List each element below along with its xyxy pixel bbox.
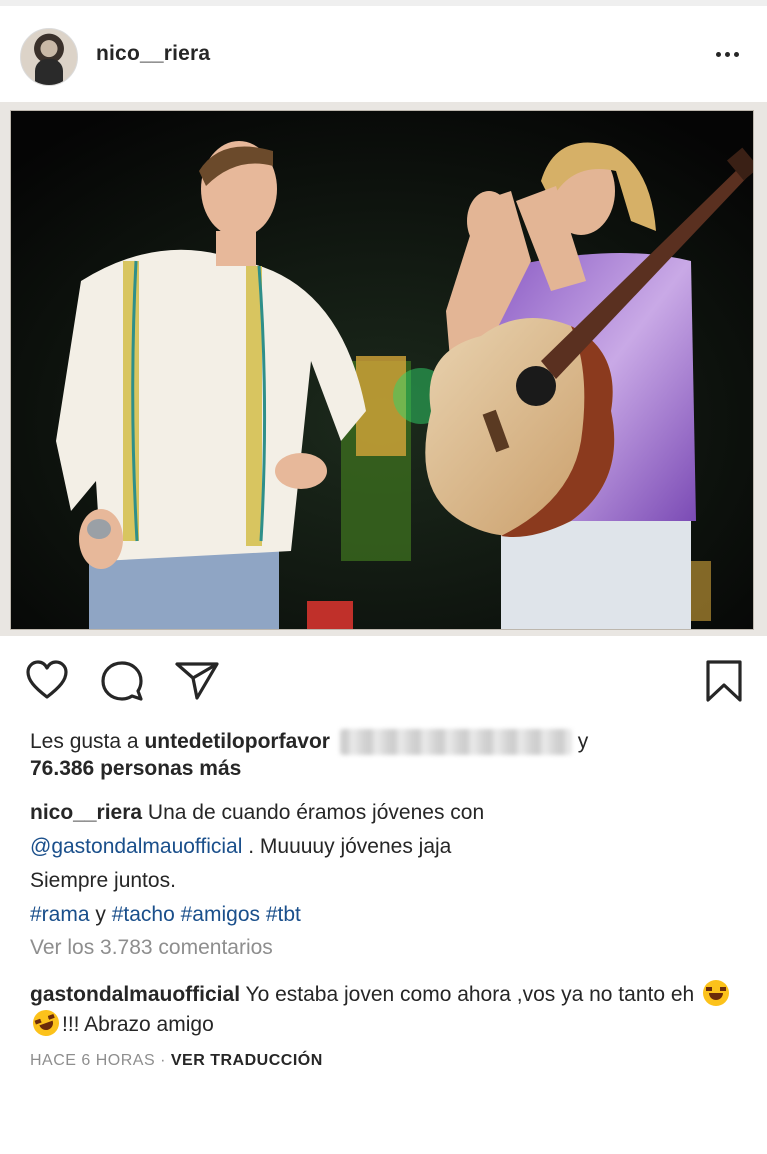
- likes-prefix: Les gusta a: [30, 730, 139, 753]
- bookmark-icon[interactable]: [701, 658, 747, 704]
- concert-photo: [10, 110, 754, 630]
- likes-suffix: y: [577, 730, 589, 753]
- caption-text-2: . Muuuuy jóvenes jaja: [248, 835, 452, 858]
- timestamp: HACE 6 HORAS: [30, 1052, 156, 1069]
- comment-username[interactable]: gastondalmauofficial: [30, 983, 240, 1006]
- blurred-username: [339, 729, 572, 756]
- hashtag-tbt[interactable]: #tbt: [266, 903, 301, 926]
- avatar[interactable]: [20, 28, 78, 86]
- liked-by-user[interactable]: untedetiloporfavor: [144, 730, 330, 753]
- laughing-tears-emoji: [703, 980, 730, 1006]
- action-bar: [0, 648, 767, 708]
- comment: gastondalmauofficial Yo estaba joven com…: [29, 980, 750, 1040]
- likes-count[interactable]: 76.386 personas más: [30, 757, 241, 781]
- caption-username[interactable]: nico__riera: [30, 801, 142, 824]
- caption-text-3: Siempre juntos.: [30, 869, 176, 892]
- view-comments-link[interactable]: Ver los 3.783 comentarios: [30, 936, 273, 960]
- caption-mention[interactable]: @gastondalmauofficial: [30, 835, 242, 858]
- comment-text-2: !!! Abrazo amigo: [62, 1013, 214, 1036]
- post-header: nico__riera: [0, 6, 767, 102]
- post-username[interactable]: nico__riera: [96, 42, 210, 66]
- hashtag-tacho[interactable]: #tacho: [112, 903, 175, 926]
- liked-by: Les gusta a untedetiloporfavor y: [30, 727, 588, 757]
- hashtag-connector: y: [95, 903, 106, 926]
- hashtag-amigos[interactable]: #amigos: [181, 903, 260, 926]
- send-icon[interactable]: [174, 658, 220, 704]
- heart-icon[interactable]: [24, 658, 70, 704]
- hashtag-rama[interactable]: #rama: [30, 903, 90, 926]
- comment-text-1: Yo estaba joven como ahora ,vos ya no ta…: [245, 983, 695, 1006]
- translate-link[interactable]: VER TRADUCCIÓN: [171, 1052, 323, 1069]
- comment-icon[interactable]: [99, 658, 145, 704]
- post-photo[interactable]: [0, 102, 767, 636]
- post-caption: nico__riera Una de cuando éramos jóvenes…: [30, 796, 750, 932]
- more-icon[interactable]: [716, 52, 739, 57]
- meta-separator: ·: [160, 1052, 166, 1069]
- post-meta: HACE 6 HORAS · VER TRADUCCIÓN: [30, 1052, 323, 1070]
- rolling-laughing-emoji: [29, 1006, 63, 1040]
- caption-text-1: Una de cuando éramos jóvenes con: [147, 801, 485, 824]
